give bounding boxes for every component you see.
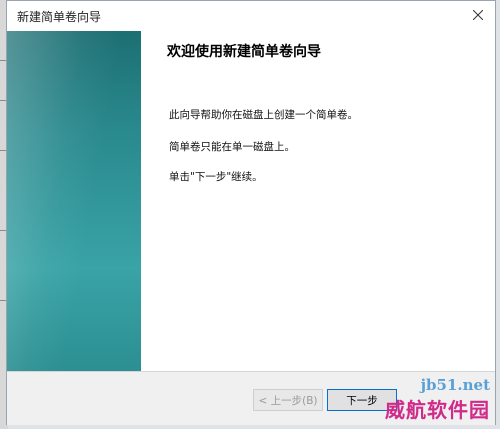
watermark-text: 威航软件园: [385, 398, 490, 422]
wizard-content: 欢迎使用新建简单卷向导 此向导帮助你在磁盘上创建一个简单卷。 简单卷只能在单一磁…: [141, 31, 495, 371]
wizard-side-banner: [7, 31, 141, 371]
description-text: 简单卷只能在单一磁盘上。: [169, 141, 295, 153]
banner-gradient: [7, 31, 141, 371]
watermark-url: jb51.net: [420, 376, 490, 394]
title-bar[interactable]: 新建简单卷向导: [7, 1, 495, 31]
instruction-text: 单击"下一步"继续。: [169, 171, 263, 183]
close-button[interactable]: [465, 3, 491, 27]
site-watermark: jb51.net 威航软件园: [385, 376, 490, 423]
close-icon: [473, 10, 483, 20]
wizard-dialog: 新建简单卷向导 欢迎使用新建简单卷向导 此向导帮助你在磁盘上创建一个简单卷。 简…: [6, 0, 496, 425]
description-text: 此向导帮助你在磁盘上创建一个简单卷。: [169, 109, 358, 121]
window-title: 新建简单卷向导: [17, 10, 102, 24]
wizard-heading: 欢迎使用新建简单卷向导: [167, 44, 321, 60]
back-button[interactable]: < 上一步(B): [253, 389, 323, 411]
